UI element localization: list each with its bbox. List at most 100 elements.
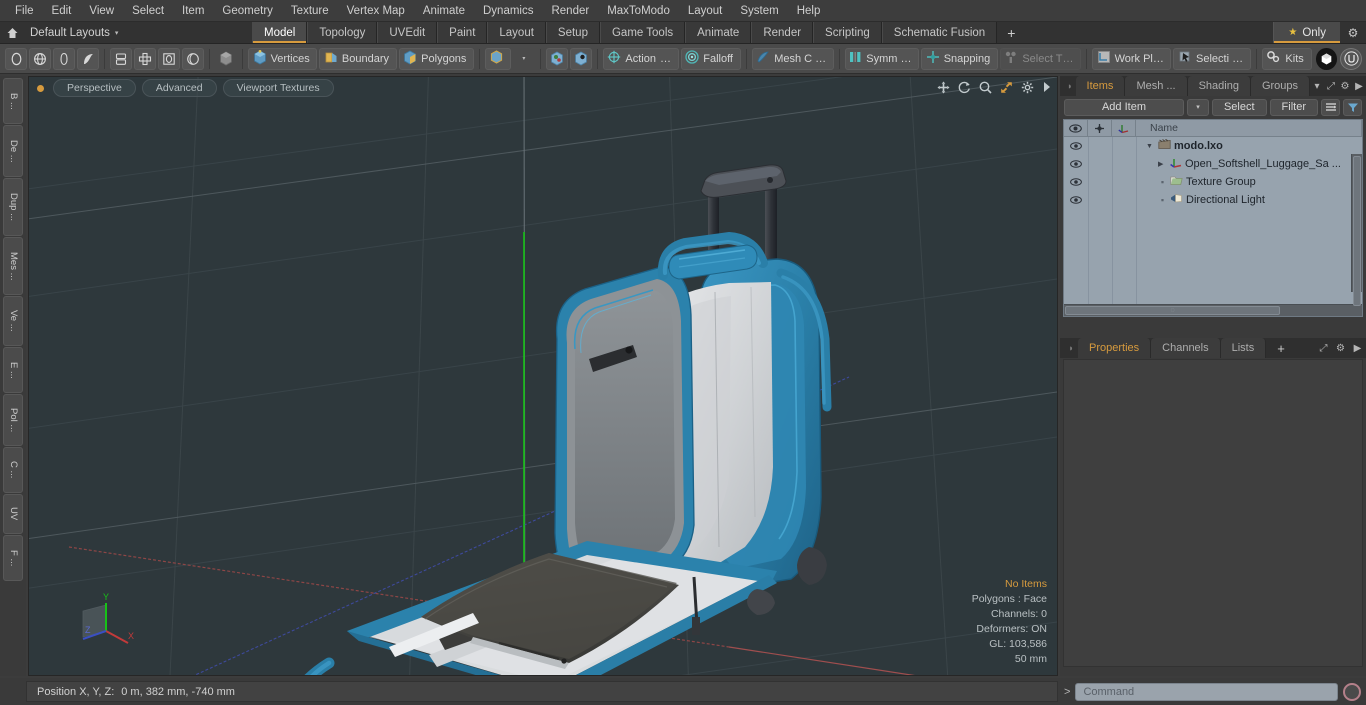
tab-render[interactable]: Render — [751, 22, 814, 43]
modo-logo-icon[interactable] — [1315, 47, 1338, 70]
boundary-mode-button[interactable]: Boundary — [319, 47, 397, 70]
row-name-cell[interactable]: ▼ modo.lxo — [1136, 139, 1362, 153]
panel-menu-dot-icon[interactable]: ◗ — [1064, 338, 1078, 358]
chevron-down-icon[interactable]: ▾ — [1310, 76, 1324, 96]
tab-topology[interactable]: Topology — [307, 22, 378, 43]
menu-geometry[interactable]: Geometry — [213, 3, 282, 19]
row-name-cell[interactable]: ▶ Open_Softshell_Luggage_Sa ... — [1136, 157, 1362, 171]
tab-mesh[interactable]: Mesh ... — [1125, 76, 1188, 96]
curve-tool-icon[interactable] — [77, 47, 99, 70]
tab-lists[interactable]: Lists — [1220, 338, 1267, 358]
mirror-tool-icon[interactable] — [109, 47, 132, 70]
row-visibility-toggle[interactable] — [1064, 196, 1088, 204]
falloff-button[interactable]: Falloff — [680, 47, 741, 70]
menu-select[interactable]: Select — [123, 3, 173, 19]
tab-paint[interactable]: Paint — [437, 22, 488, 43]
menu-edit[interactable]: Edit — [43, 3, 81, 19]
smooth-tool-icon[interactable] — [181, 47, 204, 70]
menu-item[interactable]: Item — [173, 3, 213, 19]
add-properties-tab-button[interactable]: + — [1266, 338, 1296, 358]
menu-texture[interactable]: Texture — [282, 3, 338, 19]
scrollbar-thumb[interactable] — [1353, 156, 1361, 306]
table-row[interactable]: ▪ Directional Light — [1064, 191, 1362, 209]
mesh-constraint-button[interactable]: Mesh C … — [751, 47, 834, 70]
menu-file[interactable]: File — [6, 3, 43, 19]
items-list[interactable]: Name ▼ modo.lxo ▶ Open_Softshell_Luggage… — [1063, 119, 1363, 317]
expander-icon[interactable]: ▼ — [1146, 143, 1155, 150]
only-toggle-button[interactable]: ★ Only — [1273, 22, 1340, 43]
gear-icon[interactable]: ⚙ — [1332, 338, 1349, 358]
globe-tool-icon[interactable] — [29, 47, 51, 70]
viewport-textures-button[interactable]: Viewport Textures — [222, 79, 334, 97]
menu-animate[interactable]: Animate — [414, 3, 474, 19]
action-center-button[interactable]: Action … — [602, 47, 679, 70]
sidebar-item-vertex[interactable]: Ve ... — [3, 296, 23, 346]
kits-button[interactable]: Kits — [1261, 47, 1312, 70]
menu-system[interactable]: System — [731, 3, 787, 19]
row-visibility-toggle[interactable] — [1064, 142, 1088, 150]
items-list-horizontal-scrollbar[interactable]: ◌ — [1064, 304, 1362, 316]
funnel-icon[interactable] — [1343, 98, 1362, 116]
record-icon[interactable] — [1343, 682, 1361, 701]
table-row[interactable]: ▶ Open_Softshell_Luggage_Sa ... — [1064, 155, 1362, 173]
viewport-perspective-button[interactable]: Perspective — [53, 79, 136, 97]
bevel-tool-icon[interactable] — [157, 47, 180, 70]
gear-icon[interactable]: ⚙ — [1338, 76, 1352, 96]
tab-schematic-fusion[interactable]: Schematic Fusion — [881, 22, 998, 43]
vertices-mode-button[interactable]: Vertices — [247, 47, 318, 70]
unreal-logo-icon[interactable] — [1340, 47, 1362, 70]
rotate-icon[interactable] — [958, 81, 971, 96]
layout-selector[interactable]: Default Layouts ▾ — [24, 22, 252, 43]
tab-groups[interactable]: Groups — [1250, 76, 1311, 96]
menu-maxtomodo[interactable]: MaxToModo — [598, 3, 679, 19]
add-item-dropdown[interactable]: ▾ — [1186, 98, 1209, 116]
pivot-icon[interactable] — [569, 47, 592, 70]
tab-properties[interactable]: Properties — [1078, 338, 1152, 358]
tab-uvedit[interactable]: UVEdit — [377, 22, 438, 43]
expand-panel-icon[interactable]: ⤢ — [1324, 76, 1338, 96]
pen-tool-icon[interactable] — [53, 47, 75, 70]
sidebar-item-edge[interactable]: E ... — [3, 347, 23, 393]
menu-dynamics[interactable]: Dynamics — [474, 3, 542, 19]
select-through-button[interactable]: Select T… — [999, 47, 1082, 70]
menu-vertex-map[interactable]: Vertex Map — [338, 3, 414, 19]
expander-icon[interactable]: ▶ — [1158, 160, 1167, 168]
work-plane-button[interactable]: Work Pl… — [1092, 47, 1172, 70]
cube-icon[interactable] — [215, 48, 237, 70]
sidebar-item-f[interactable]: F ... — [3, 535, 23, 581]
tab-scripting[interactable]: Scripting — [813, 22, 882, 43]
add-item-button[interactable]: Add Item — [1064, 98, 1184, 116]
tab-animate[interactable]: Animate — [685, 22, 752, 43]
pan-icon[interactable] — [937, 81, 950, 96]
row-visibility-toggle[interactable] — [1064, 160, 1088, 168]
command-input[interactable]: Command — [1075, 682, 1338, 701]
tab-shading[interactable]: Shading — [1187, 76, 1251, 96]
menu-view[interactable]: View — [80, 3, 123, 19]
tab-game-tools[interactable]: Game Tools — [599, 22, 686, 43]
row-name-cell[interactable]: ▪ Texture Group — [1136, 175, 1362, 189]
snapping-button[interactable]: Snapping — [921, 47, 998, 70]
panel-menu-dot-icon[interactable]: ◗ — [1064, 76, 1076, 96]
filter-button[interactable]: Filter — [1269, 98, 1318, 116]
panel-arrow-icon[interactable]: ▶ — [1349, 338, 1366, 358]
menu-layout[interactable]: Layout — [679, 3, 732, 19]
menu-render[interactable]: Render — [542, 3, 598, 19]
viewport-expand-icon[interactable] — [1042, 81, 1051, 95]
sidebar-item-b[interactable]: B ... — [3, 78, 23, 124]
tab-setup[interactable]: Setup — [545, 22, 600, 43]
tab-model[interactable]: Model — [252, 22, 308, 43]
row-visibility-toggle[interactable] — [1064, 178, 1088, 186]
viewport-advanced-button[interactable]: Advanced — [141, 79, 217, 97]
sidebar-item-polygon[interactable]: Pol ... — [3, 394, 23, 446]
sidebar-item-de[interactable]: De ... — [3, 125, 23, 177]
sphere-tool-icon[interactable] — [5, 47, 27, 70]
array-tool-icon[interactable] — [133, 47, 156, 70]
sidebar-item-c[interactable]: C ... — [3, 447, 23, 493]
select-button[interactable]: Select — [1211, 98, 1267, 116]
table-row[interactable]: ▪ Texture Group — [1064, 173, 1362, 191]
row-name-cell[interactable]: ▪ Directional Light — [1136, 193, 1362, 207]
polygons-mode-button[interactable]: Polygons — [398, 47, 475, 70]
center-icon[interactable] — [545, 47, 568, 70]
properties-content-area[interactable] — [1063, 359, 1363, 667]
list-view-icon[interactable] — [1321, 98, 1340, 116]
